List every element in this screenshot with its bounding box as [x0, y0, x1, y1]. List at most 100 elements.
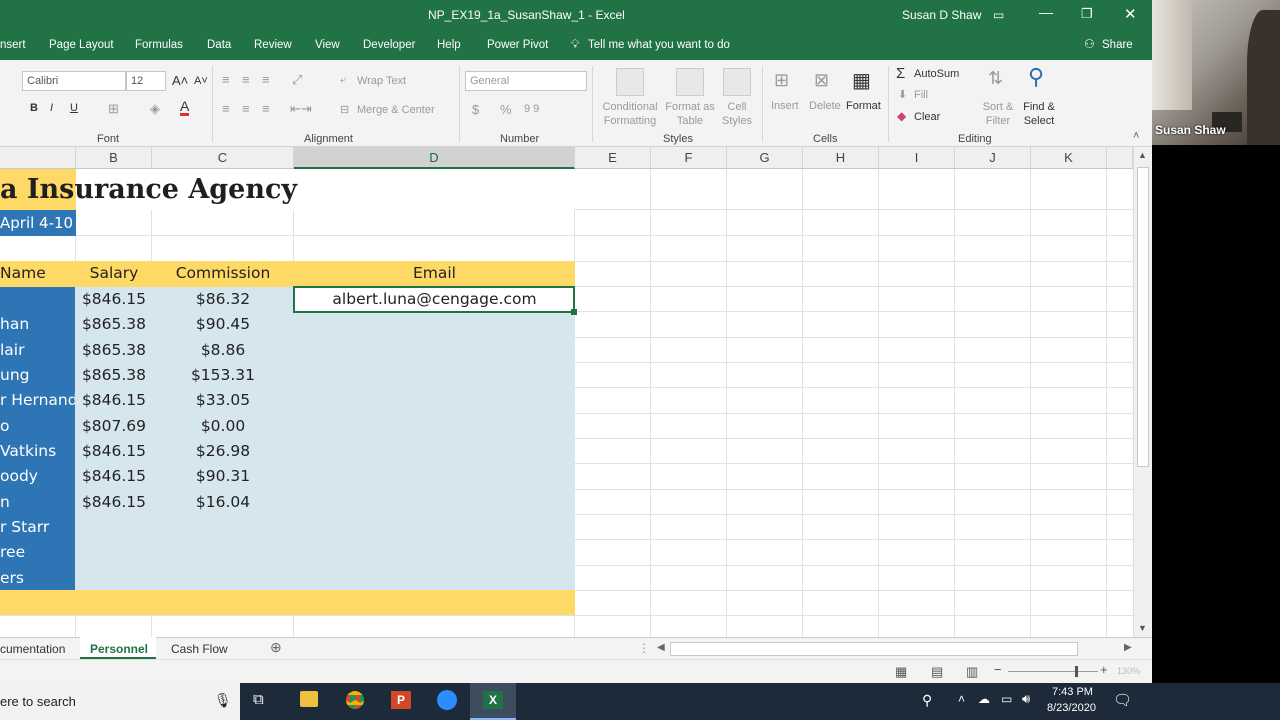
italic-icon[interactable]: I [50, 102, 53, 114]
indent-icon[interactable]: ⇤⇥ [290, 101, 312, 117]
cell-salary-10[interactable] [76, 515, 152, 540]
eraser-icon[interactable]: ◆ [897, 109, 906, 123]
delete-cells-icon[interactable]: ⊠ [814, 70, 829, 91]
insert-cells-button[interactable]: Insert [771, 100, 799, 112]
normal-view-icon[interactable]: ▦ [895, 664, 907, 680]
microphone-icon[interactable]: 🎙︎ [214, 692, 232, 709]
col-header-i[interactable]: I [879, 147, 955, 169]
cell-name-5[interactable]: r Hernand [0, 388, 75, 413]
clock-date[interactable]: 8/23/2020 [1047, 702, 1096, 714]
autosum-button[interactable]: AutoSum [914, 68, 959, 80]
cell-commission-8[interactable]: $90.31 [152, 464, 294, 489]
tray-expand-icon[interactable]: ˄ [958, 692, 965, 706]
tray-network-icon[interactable]: ☁ [978, 692, 990, 706]
cell-commission-5[interactable]: $33.05 [152, 388, 294, 413]
powerpoint-icon[interactable]: P [391, 691, 411, 709]
add-sheet-icon[interactable]: ⊕ [270, 639, 282, 656]
cell-name-8[interactable]: oody [0, 464, 75, 489]
tab-insert[interactable]: nsert [0, 39, 26, 51]
cell-salary-3[interactable]: $865.38 [76, 338, 152, 363]
split-handle-icon[interactable]: ⋮ [638, 641, 650, 655]
autosum-icon[interactable]: Σ [896, 65, 905, 82]
volume-icon[interactable]: 🔊︎ [1022, 691, 1030, 707]
insert-cells-icon[interactable]: ⊞ [774, 70, 789, 91]
vertical-scrollbar[interactable]: ▲ ▼ [1133, 147, 1152, 637]
increase-font-icon[interactable]: A˄ [172, 73, 188, 88]
merge-center-button[interactable]: Merge & Center [357, 104, 435, 116]
wrap-text-icon[interactable]: ⤶ [340, 74, 346, 87]
bold-icon[interactable]: B [30, 102, 38, 114]
conditional-formatting-icon[interactable] [616, 68, 644, 96]
user-name[interactable]: Susan D Shaw [902, 8, 981, 22]
minimize-icon[interactable]: — [1039, 4, 1053, 20]
cell-commission-7[interactable]: $26.98 [152, 439, 294, 464]
tab-documentation[interactable]: cumentation [0, 642, 65, 656]
tab-data[interactable]: Data [207, 39, 231, 51]
tab-cash-flow[interactable]: Cash Flow [171, 642, 228, 656]
font-name-select[interactable]: Calibri [22, 71, 126, 91]
cell-commission-11[interactable] [152, 540, 294, 565]
vertical-scroll-thumb[interactable] [1137, 167, 1149, 467]
align-left-icon[interactable]: ≡ [222, 101, 230, 116]
col-header-b[interactable]: B [76, 147, 152, 169]
zoom-out-icon[interactable]: − [994, 662, 1002, 677]
scroll-down-icon[interactable]: ▼ [1138, 623, 1147, 633]
col-header-a[interactable] [0, 147, 76, 169]
cell-name-4[interactable]: ung [0, 363, 75, 388]
cell-name-3[interactable]: lair [0, 338, 75, 363]
fill-color-icon[interactable]: ◈ [150, 101, 160, 117]
cell-name-6[interactable]: o [0, 414, 75, 439]
cell-salary-1[interactable]: $846.15 [76, 287, 152, 312]
horizontal-scroll-thumb[interactable] [670, 642, 1078, 656]
merge-icon[interactable]: ⊟ [340, 103, 349, 116]
cell-name-12[interactable]: ers [0, 566, 75, 591]
align-top-icon[interactable]: ≡ [222, 72, 230, 87]
font-size-select[interactable]: 12 [126, 71, 166, 91]
sort-filter-icon[interactable]: ⇅ [988, 68, 1003, 89]
page-break-view-icon[interactable]: ▥ [966, 664, 978, 680]
col-header-l[interactable] [1107, 147, 1133, 169]
tab-review[interactable]: Review [254, 39, 292, 51]
fill-button[interactable]: Fill [914, 89, 928, 101]
tab-help[interactable]: Help [437, 39, 461, 51]
taskbar-search-text[interactable]: ere to search [0, 694, 76, 709]
fill-icon[interactable]: ⬇ [898, 88, 907, 101]
tab-personnel[interactable]: Personnel [90, 642, 148, 656]
col-header-d[interactable]: D [294, 147, 575, 169]
notifications-icon[interactable]: 🗨︎ [1113, 691, 1132, 709]
font-color-icon[interactable]: A [180, 99, 190, 116]
delete-cells-button[interactable]: Delete [809, 100, 841, 112]
borders-icon[interactable]: ⊞ [108, 101, 119, 117]
conditional-formatting-button[interactable]: Conditional Formatting [598, 100, 662, 128]
excel-icon[interactable]: X [483, 691, 503, 709]
zoom-level[interactable]: 130% [1117, 666, 1140, 676]
align-middle-icon[interactable]: ≡ [242, 72, 250, 87]
col-header-k[interactable]: K [1031, 147, 1107, 169]
cell-name-2[interactable]: han [0, 312, 75, 337]
collapse-ribbon-icon[interactable]: ˄ [1133, 130, 1139, 142]
fill-handle[interactable] [571, 309, 577, 315]
cell-commission-1[interactable]: $86.32 [152, 287, 294, 312]
cell-commission-6[interactable]: $0.00 [152, 414, 294, 439]
align-center-icon[interactable]: ≡ [242, 101, 250, 116]
people-icon[interactable]: ⚲ [922, 692, 932, 709]
format-cells-button[interactable]: Format [846, 100, 881, 112]
chrome-icon[interactable] [346, 691, 364, 709]
share-button[interactable]: Share [1102, 39, 1133, 51]
share-icon[interactable]: ⚇ [1084, 37, 1095, 51]
col-header-j[interactable]: J [955, 147, 1031, 169]
clock-time[interactable]: 7:43 PM [1052, 686, 1093, 698]
cell-salary-4[interactable]: $865.38 [76, 363, 152, 388]
cell-name-1[interactable] [0, 287, 75, 312]
cell-commission-12[interactable] [152, 566, 294, 591]
tab-page-layout[interactable]: Page Layout [49, 39, 114, 51]
cell-name-11[interactable]: ree [0, 540, 75, 565]
cell-salary-12[interactable] [76, 566, 152, 591]
format-cells-icon[interactable]: ▦ [852, 68, 871, 93]
cell-salary-5[interactable]: $846.15 [76, 388, 152, 413]
file-explorer-icon[interactable] [300, 691, 318, 707]
align-bottom-icon[interactable]: ≡ [262, 72, 270, 87]
cell-commission-2[interactable]: $90.45 [152, 312, 294, 337]
percent-icon[interactable]: % [500, 102, 512, 117]
currency-icon[interactable]: $ [472, 102, 479, 117]
